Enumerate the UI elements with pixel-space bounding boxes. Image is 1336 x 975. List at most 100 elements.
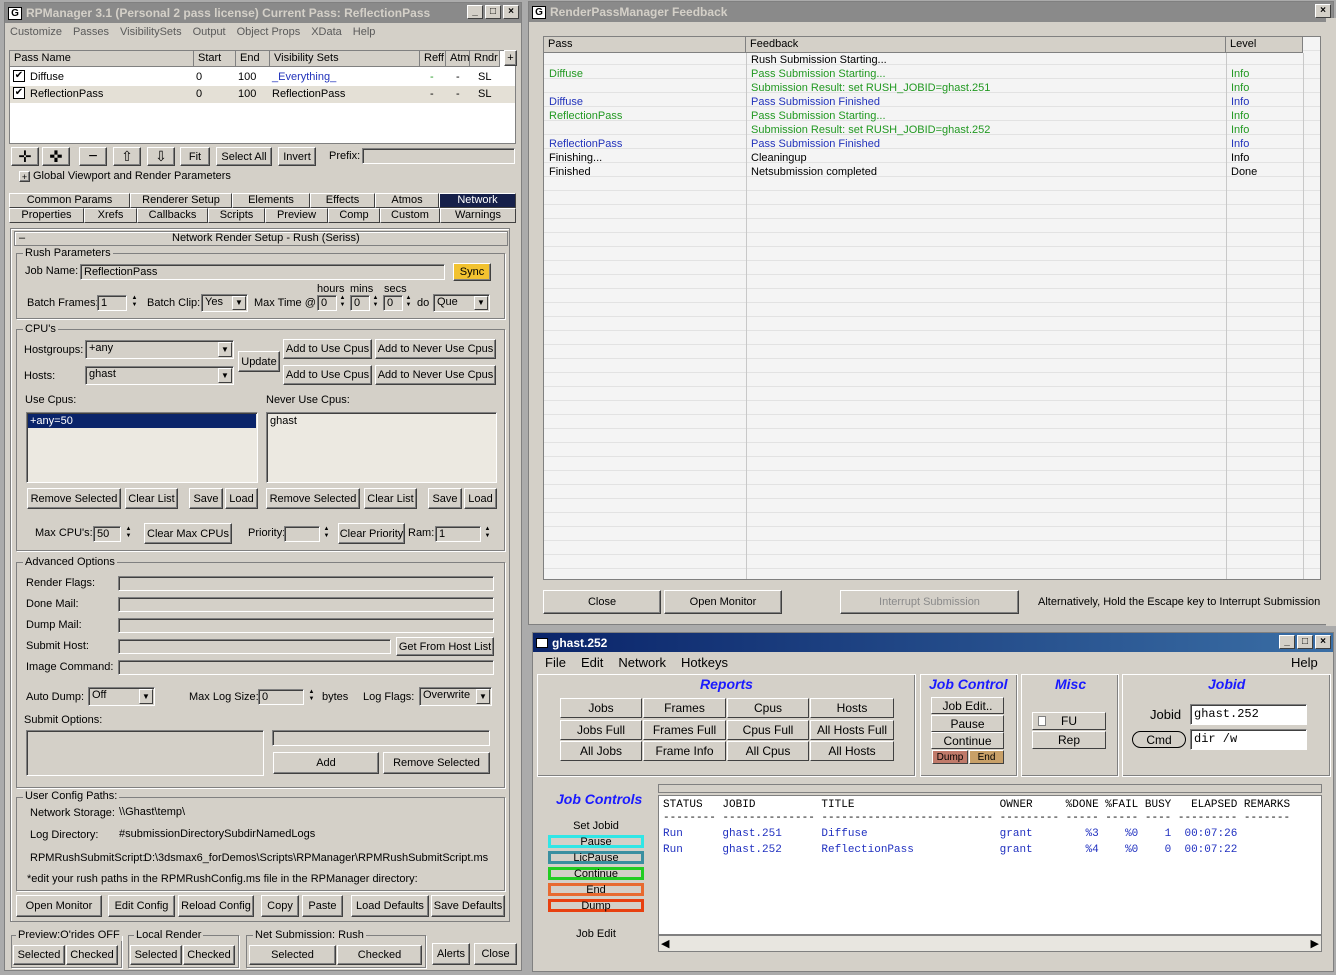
spinner-icon[interactable]: ▲ ▼ — [338, 295, 347, 309]
add-to-use-button[interactable]: Add to Use Cpus — [283, 365, 372, 385]
tab-callbacks[interactable]: Callbacks — [137, 208, 208, 223]
report-all-hosts-button[interactable]: All Hosts — [810, 741, 894, 761]
hours-input[interactable]: 0 — [317, 295, 337, 311]
report-cpus-button[interactable]: Cpus — [727, 698, 809, 718]
preview-checked-button[interactable]: Checked — [66, 945, 118, 965]
feedback-close-button[interactable]: Close — [543, 590, 661, 614]
desktop-scrollbar[interactable] — [1326, 18, 1336, 626]
table-row[interactable]: Run ghast.252 ReflectionPass grant %4 %0… — [663, 844, 1237, 856]
tab-warnings[interactable]: Warnings — [440, 208, 516, 223]
report-all-hosts-full-button[interactable]: All Hosts Full — [810, 720, 894, 740]
hostgroups-select[interactable]: +any ▼ — [85, 340, 234, 359]
list-item[interactable]: +any=50 — [28, 414, 256, 428]
max-log-size-input[interactable]: 0 — [258, 689, 304, 705]
use-cpus-list[interactable]: +any=50 — [26, 412, 258, 483]
col-feedback[interactable]: Feedback — [746, 37, 1226, 53]
feedback-titlebar[interactable]: G RenderPassManager Feedback × — [529, 2, 1333, 22]
menu-file[interactable]: File — [545, 655, 566, 670]
save-button[interactable]: Save — [428, 488, 462, 509]
col-start[interactable]: Start — [194, 51, 236, 67]
tab-network[interactable]: Network — [439, 193, 516, 208]
report-cpus-full-button[interactable]: Cpus Full — [727, 720, 809, 740]
job-edit-button[interactable]: Job Edit.. — [931, 697, 1004, 714]
fu-checkbox-icon[interactable] — [1038, 716, 1046, 726]
col-reff[interactable]: Reff — [420, 51, 446, 67]
spinner-icon[interactable]: ▲ ▼ — [483, 526, 492, 540]
spinner-icon[interactable]: ▲ ▼ — [124, 526, 133, 540]
tab-comp[interactable]: Comp — [328, 208, 380, 223]
reload-config-button[interactable]: Reload Config — [178, 895, 254, 917]
render-flags-input[interactable] — [118, 576, 494, 591]
rpmanager-titlebar[interactable]: G RPManager 3.1 (Personal 2 pass license… — [5, 3, 521, 23]
que-select[interactable]: Que ▼ — [433, 294, 490, 312]
spinner-icon[interactable]: ▲ ▼ — [307, 689, 316, 703]
menu-help[interactable]: Help — [1291, 655, 1318, 670]
save-button[interactable]: Save — [189, 488, 223, 509]
pass-list[interactable]: Pass Name Start End Visibility Sets Reff… — [9, 50, 516, 144]
tab-effects[interactable]: Effects — [310, 193, 375, 208]
tab-renderer-setup[interactable]: Renderer Setup — [130, 193, 232, 208]
scroll-right-icon[interactable]: ▶ — [1311, 937, 1319, 950]
maximize-icon[interactable]: □ — [485, 5, 501, 19]
cmd-button[interactable]: Cmd — [1132, 731, 1186, 748]
tab-scripts[interactable]: Scripts — [208, 208, 265, 223]
load-button[interactable]: Load — [464, 488, 497, 509]
local-selected-button[interactable]: Selected — [130, 945, 182, 965]
add-to-never-button[interactable]: Add to Never Use Cpus — [375, 365, 496, 385]
scroll-plus-button[interactable]: + — [504, 50, 517, 66]
select-all-button[interactable]: Select All — [216, 147, 272, 166]
menu-object-props[interactable]: Object Props — [237, 26, 301, 38]
dump-mail-input[interactable] — [118, 618, 494, 633]
remove-selected-button[interactable]: Remove Selected — [27, 488, 121, 509]
add-button[interactable]: Add — [273, 752, 379, 774]
interrupt-submission-button[interactable]: Interrupt Submission — [840, 590, 1019, 614]
clear-list-button[interactable]: Clear List — [364, 488, 417, 509]
ghast-titlebar[interactable]: ghast.252 _ □ × — [533, 633, 1333, 652]
remove-selected-button[interactable]: Remove Selected — [383, 752, 490, 774]
col-pass[interactable]: Pass — [544, 37, 746, 53]
remove-selected-button[interactable]: Remove Selected — [266, 488, 360, 509]
sync-button[interactable]: Sync — [453, 263, 491, 281]
tab-properties[interactable]: Properties — [9, 208, 84, 223]
close-icon[interactable]: × — [1315, 4, 1331, 18]
paste-button[interactable]: Paste — [302, 895, 343, 917]
minimize-icon[interactable]: _ — [1279, 635, 1295, 649]
batch-clip-select[interactable]: Yes ▼ — [201, 294, 248, 312]
update-button[interactable]: Update — [238, 351, 280, 372]
feedback-open-monitor-button[interactable]: Open Monitor — [664, 590, 782, 614]
hosts-select[interactable]: ghast ▼ — [85, 366, 234, 385]
tab-elements[interactable]: Elements — [232, 193, 310, 208]
job-name-input[interactable]: ReflectionPass — [80, 264, 445, 280]
tab-xrefs[interactable]: Xrefs — [84, 208, 137, 223]
spinner-icon[interactable]: ▲ ▼ — [371, 295, 380, 309]
close-icon[interactable]: × — [503, 5, 519, 19]
save-defaults-button[interactable]: Save Defaults — [431, 895, 505, 917]
batch-frames-input[interactable]: 1 — [97, 295, 127, 311]
report-all-jobs-button[interactable]: All Jobs — [560, 741, 642, 761]
global-rollout-title[interactable]: Global Viewport and Render Parameters — [33, 170, 231, 182]
table-row[interactable]: Run ghast.251 Diffuse grant %3 %0 1 00:0… — [663, 828, 1237, 840]
edit-config-button[interactable]: Edit Config — [108, 895, 175, 917]
move-down-icon[interactable]: ⇩ — [147, 147, 175, 166]
get-from-host-list-button[interactable]: Get From Host List — [396, 637, 494, 656]
ram-input[interactable]: 1 — [435, 526, 481, 542]
tab-common-params[interactable]: Common Params — [9, 193, 130, 208]
menu-xdata[interactable]: XData — [311, 26, 342, 38]
submit-host-input[interactable] — [118, 639, 391, 654]
invert-button[interactable]: Invert — [278, 147, 316, 166]
col-level[interactable]: Level — [1226, 37, 1303, 53]
scroll-left-icon[interactable]: ◀ — [661, 937, 669, 950]
col-visibility[interactable]: Visibility Sets — [270, 51, 420, 67]
menu-hotkeys[interactable]: Hotkeys — [681, 655, 728, 670]
add-copy-pass-icon[interactable]: ✜ — [42, 147, 70, 166]
menu-customize[interactable]: Customize — [10, 26, 62, 38]
checkbox-checked-icon[interactable]: ✔ — [13, 70, 25, 82]
maximize-icon[interactable]: □ — [1297, 635, 1313, 649]
side-pause-button[interactable]: Pause — [548, 835, 644, 848]
pass-row[interactable]: ✔ Diffuse 0 100 _Everything_ - - SL — [10, 69, 515, 86]
end-button[interactable]: End — [969, 750, 1004, 764]
clear-priority-button[interactable]: Clear Priority — [338, 523, 405, 544]
side-job-edit-button[interactable]: Job Edit — [548, 927, 644, 940]
pause-button[interactable]: Pause — [931, 715, 1004, 732]
spinner-icon[interactable]: ▲ ▼ — [130, 295, 139, 309]
